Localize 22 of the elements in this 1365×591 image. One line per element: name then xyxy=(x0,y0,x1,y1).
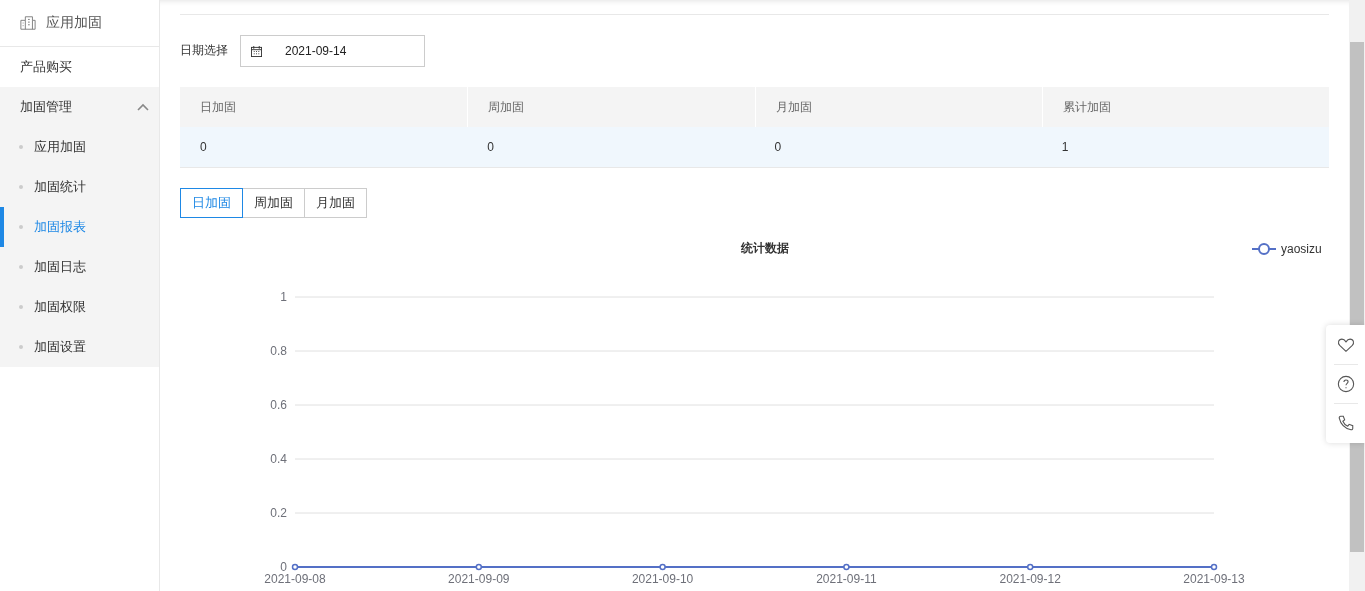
axis-label: 0.2 xyxy=(270,506,287,520)
axis-label: 2021-09-09 xyxy=(448,572,510,586)
column-header: 日加固 xyxy=(199,99,237,116)
axis-label: 2021-09-12 xyxy=(999,572,1061,586)
legend-label: yaosizu xyxy=(1281,242,1322,256)
table-cell-text: 0 xyxy=(199,139,208,156)
axis-label: 2021-09-08 xyxy=(264,572,326,586)
axis-label: 1 xyxy=(280,290,287,304)
table-cell-text: 1 xyxy=(1060,139,1070,156)
chart-title: 统计数据 xyxy=(740,241,789,255)
axis-label: 0.8 xyxy=(270,344,287,358)
axis-label: 0 xyxy=(280,560,287,574)
group-label: 加固管理 xyxy=(20,98,72,116)
axis-label: 2021-09-13 xyxy=(1183,572,1245,586)
date-label: 日期选择 xyxy=(180,42,228,59)
axis-label: 0.6 xyxy=(270,398,287,412)
sidebar-title: 应用加固 xyxy=(46,14,102,32)
table-cell-text: 0 xyxy=(773,139,783,156)
table-cell-text: 0 xyxy=(486,139,495,156)
axis-label: 2021-09-10 xyxy=(631,572,694,586)
axis-label: 2021-09-11 xyxy=(816,572,877,586)
axis-label: 0.4 xyxy=(270,452,287,466)
